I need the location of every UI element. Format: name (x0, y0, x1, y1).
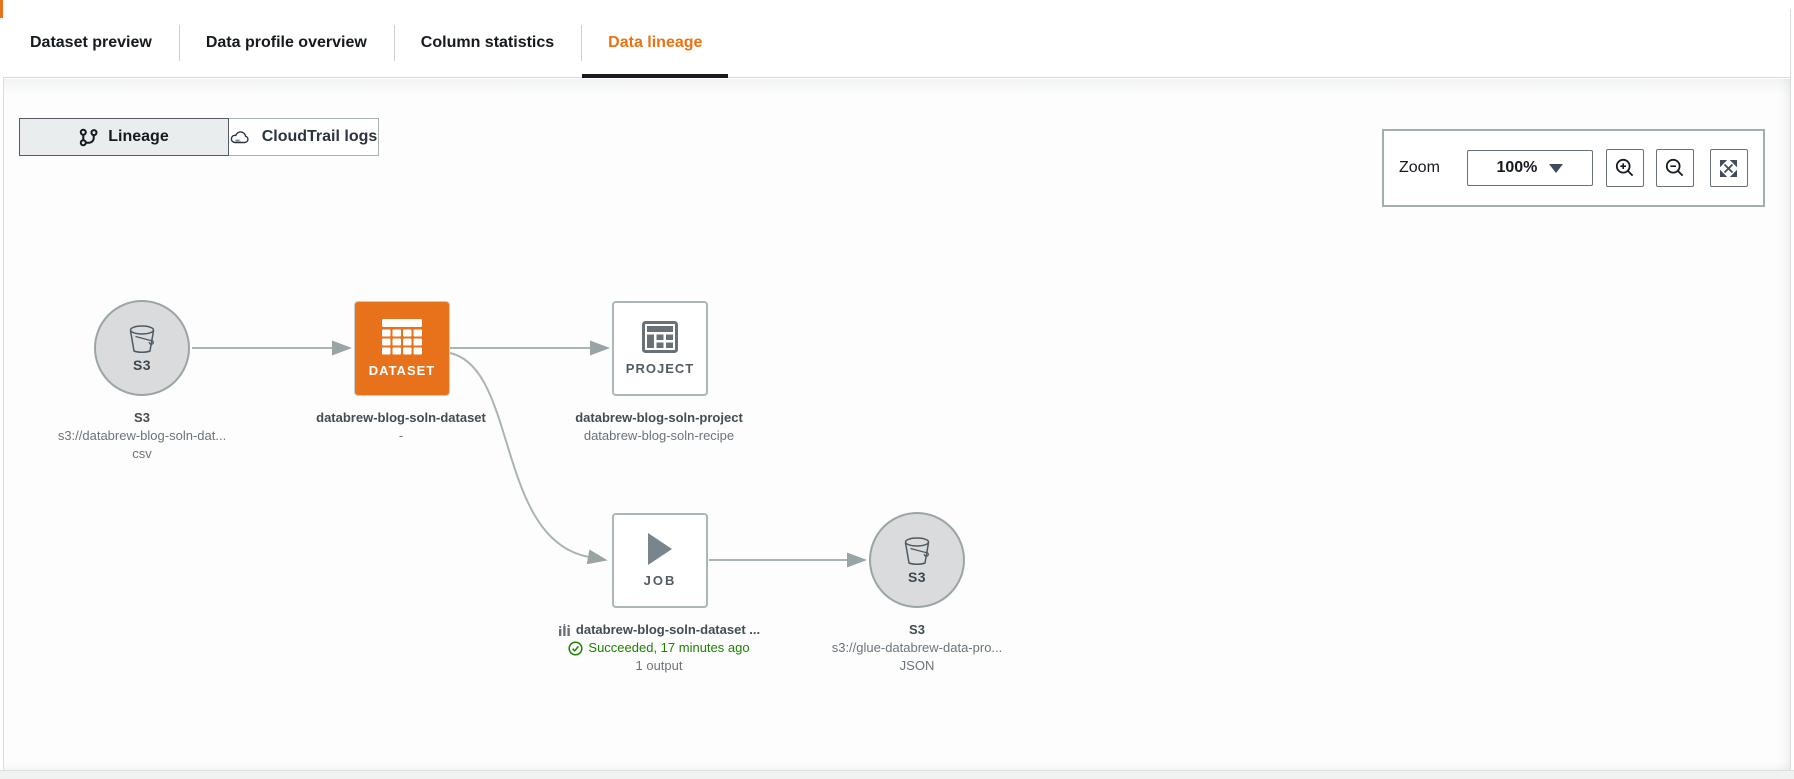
cloudtrail-toggle-label: CloudTrail logs (261, 128, 378, 145)
fullscreen-button[interactable] (1709, 149, 1748, 187)
lineage-toggle-label: Lineage (108, 128, 169, 145)
job-status-text: Succeeded, 17 minutes ago (588, 640, 750, 655)
cloudtrail-toggle-button[interactable]: CloudTrail logs (229, 118, 379, 156)
tab-column-statistics[interactable]: Column statistics (393, 9, 581, 77)
caret-down-icon (1549, 163, 1564, 173)
tab-bar: Dataset preview Data profile overview Co… (3, 9, 1790, 78)
node-subtitle: s3://glue-databrew-data-pro... (831, 640, 1003, 655)
node-dataset[interactable]: DATASET (354, 301, 450, 396)
node-type-label: JOB (643, 573, 677, 588)
dataset-grid-icon (382, 319, 422, 355)
node-target-s3[interactable]: S3 (869, 512, 965, 608)
job-outputs: 1 output (635, 658, 683, 673)
target-s3-caption: S3 s3://glue-databrew-data-pro... JSON (807, 621, 1027, 675)
node-inner-label: S3 (907, 568, 927, 585)
zoom-out-icon (1664, 157, 1686, 179)
node-title: S3 (909, 622, 925, 637)
zoom-label: Zoom (1399, 159, 1440, 176)
zoom-level-dropdown[interactable]: 100% (1466, 150, 1593, 186)
zoom-panel: Zoom 100% (1382, 129, 1765, 207)
node-type-label: DATASET (368, 363, 436, 378)
job-caption: databrew-blog-soln-dataset ... Succeeded… (529, 621, 789, 675)
node-title: databrew-blog-soln-dataset ... (575, 622, 761, 637)
zoom-in-icon (1614, 157, 1636, 179)
lineage-toggle-button[interactable]: Lineage (19, 118, 229, 156)
node-subtitle: - (398, 428, 404, 443)
node-format: JSON (899, 658, 935, 673)
node-title: databrew-blog-soln-project (575, 410, 743, 425)
node-source-s3[interactable]: S3 (94, 300, 190, 396)
cloudtrail-icon (230, 129, 252, 146)
data-lineage-page: Dataset preview Data profile overview Co… (0, 0, 1794, 779)
source-s3-caption: S3 s3://databrew-blog-soln-dat... csv (32, 409, 252, 463)
zoom-in-button[interactable] (1605, 149, 1644, 187)
job-status-row: Succeeded, 17 minutes ago (568, 639, 750, 657)
project-table-icon (642, 321, 678, 353)
node-inner-label: S3 (132, 356, 152, 373)
node-subtitle: databrew-blog-soln-recipe (583, 428, 735, 443)
node-job[interactable]: JOB (612, 513, 708, 608)
success-check-icon (568, 640, 583, 656)
job-chart-icon (558, 623, 571, 637)
node-title: S3 (134, 410, 150, 425)
tab-data-lineage[interactable]: Data lineage (581, 9, 729, 78)
view-toggle: Lineage CloudTrail logs (19, 118, 379, 156)
s3-bucket-icon (125, 324, 159, 356)
job-play-icon (646, 533, 674, 565)
tab-data-profile-overview[interactable]: Data profile overview (178, 9, 394, 77)
node-title: databrew-blog-soln-dataset (316, 410, 486, 425)
lineage-icon (79, 128, 98, 147)
tab-dataset-preview[interactable]: Dataset preview (3, 9, 179, 77)
project-caption: databrew-blog-soln-project databrew-blog… (549, 409, 769, 445)
node-subtitle: s3://databrew-blog-soln-dat... (57, 428, 227, 443)
dataset-caption: databrew-blog-soln-dataset - (291, 409, 511, 445)
zoom-level-value: 100% (1496, 159, 1538, 176)
node-project[interactable]: PROJECT (612, 301, 708, 396)
fullscreen-icon (1718, 158, 1739, 179)
node-format: csv (132, 446, 152, 461)
zoom-out-button[interactable] (1655, 149, 1694, 187)
node-type-label: PROJECT (625, 361, 695, 376)
s3-bucket-icon (900, 536, 934, 568)
node-title-row: databrew-blog-soln-dataset ... (558, 621, 760, 639)
bottom-strip (0, 770, 1794, 779)
